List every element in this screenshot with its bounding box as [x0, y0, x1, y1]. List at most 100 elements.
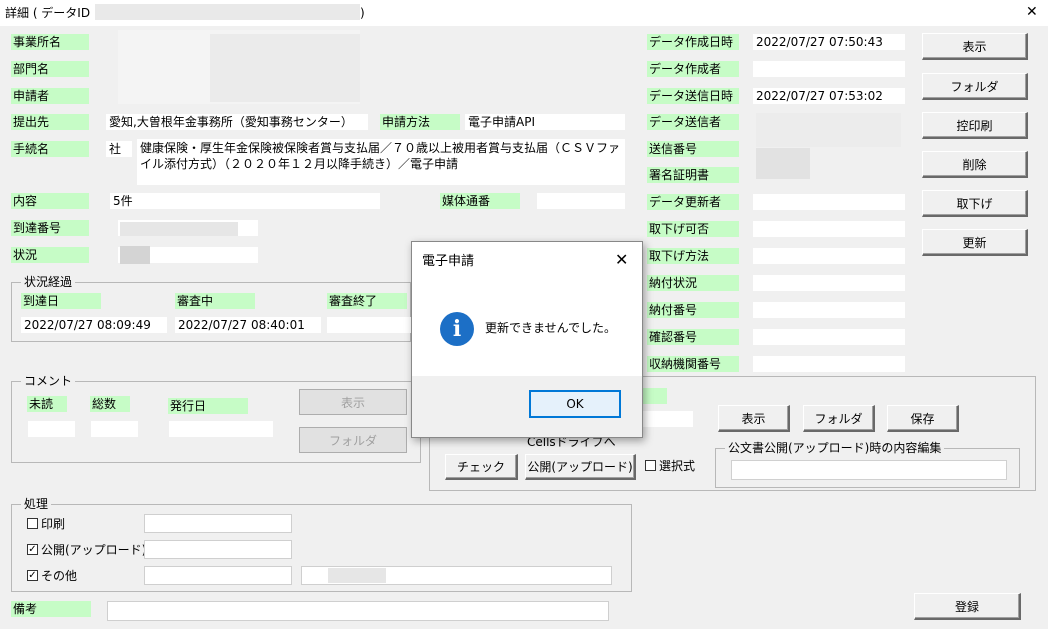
teishutsusaki-field[interactable]: 愛知,大曽根年金事務所（愛知事務センター）	[106, 114, 368, 130]
select-label: 選択式	[659, 459, 696, 473]
withdraw-ok-label: 取下げ可否	[647, 221, 739, 237]
joukyou-label: 状況	[11, 247, 89, 263]
data-id-redacted	[95, 4, 360, 20]
cells-group-field-fragment[interactable]	[643, 411, 693, 427]
unread-label: 未読	[27, 396, 67, 412]
joukyou-redacted	[120, 246, 150, 264]
comment-folder-button[interactable]: フォルダ	[299, 427, 407, 453]
sender-redacted	[756, 113, 901, 147]
show-button[interactable]: 表示	[922, 33, 1028, 60]
save-button[interactable]: 保存	[887, 405, 959, 432]
confirm-no-field[interactable]	[753, 329, 905, 345]
publish-label: 公開(アップロード)	[41, 543, 147, 557]
edit-group-title: 公文書公開(アップロード)時の内容編集	[725, 441, 945, 455]
withdraw-ok-field[interactable]	[753, 221, 905, 237]
delete-button[interactable]: 削除	[922, 151, 1028, 178]
naiyou-field[interactable]: 5件	[110, 193, 380, 209]
window-title: 詳細 ( データID :	[5, 6, 98, 20]
naiyou-label: 内容	[11, 193, 89, 209]
review-label: 審査中	[175, 293, 255, 309]
print-field[interactable]	[144, 514, 292, 533]
payment-no-label: 納付番号	[647, 302, 739, 318]
other-checkbox[interactable]: ✓	[27, 570, 38, 581]
jigyosho-label: 事業所名	[11, 34, 89, 50]
shinsei-houhou-field[interactable]: 電子申請API	[465, 114, 625, 130]
tetsuzuki-field[interactable]: 健康保険・厚生年金保険被保険者賞与支払届／７０歳以上被用者賞与支払届（ＣＳＶファ…	[137, 139, 625, 185]
info-icon: i	[440, 312, 474, 346]
select-checkbox[interactable]	[645, 460, 656, 471]
cells-show-button[interactable]: 表示	[718, 405, 790, 432]
payment-no-field[interactable]	[753, 302, 905, 318]
print-checkbox[interactable]	[27, 518, 38, 529]
sender-label: データ送信者	[647, 114, 739, 130]
process-group-title: 処理	[21, 497, 52, 511]
bikou-label: 備考	[11, 601, 91, 617]
edit-field[interactable]	[731, 460, 1007, 480]
bumon-label: 部門名	[11, 61, 89, 77]
payment-status-label: 納付状況	[647, 275, 739, 291]
check-button[interactable]: チェック	[445, 454, 518, 480]
totatsu-label: 到達番号	[11, 220, 89, 236]
print-label: 印刷	[41, 517, 66, 531]
review-done-field[interactable]	[327, 317, 411, 333]
cells-group-label-fragment	[643, 388, 667, 404]
withdraw-button[interactable]: 取下げ	[922, 190, 1028, 217]
copy-print-button[interactable]: 控印刷	[922, 112, 1028, 139]
creator-label: データ作成者	[647, 61, 739, 77]
publish-checkbox[interactable]: ✓	[27, 544, 38, 555]
register-button[interactable]: 登録	[914, 593, 1021, 620]
review-done-label: 審査終了	[327, 293, 407, 309]
window-close-icon[interactable]: ✕	[1026, 4, 1038, 20]
review-field[interactable]: 2022/07/27 08:40:01	[175, 317, 321, 333]
comment-group-title: コメント	[21, 374, 76, 388]
created-at-label: データ作成日時	[647, 34, 739, 50]
confirm-no-label: 確認番号	[647, 329, 739, 345]
payment-status-field[interactable]	[753, 275, 905, 291]
cells-folder-button[interactable]: フォルダ	[803, 405, 875, 432]
status-group	[11, 282, 411, 342]
dialog-title: 電子申請	[422, 254, 475, 269]
updater-field[interactable]	[753, 194, 905, 210]
tetsuzuki-label: 手続名	[11, 141, 89, 157]
unread-field[interactable]	[28, 421, 75, 437]
shinsei-houhou-label: 申請方法	[380, 114, 460, 130]
baitai-field[interactable]	[537, 193, 625, 209]
total-label: 総数	[90, 396, 130, 412]
arrival-label: 到達日	[21, 293, 101, 309]
shinseisha-label: 申請者	[11, 88, 89, 104]
cert-label: 署名証明書	[647, 167, 739, 183]
agency-no-field[interactable]	[753, 356, 905, 372]
comment-show-button[interactable]: 表示	[299, 389, 407, 415]
sent-at-label: データ送信日時	[647, 88, 739, 104]
totatsu-redacted	[120, 222, 238, 236]
total-field[interactable]	[91, 421, 138, 437]
teishutsusaki-label: 提出先	[11, 114, 89, 130]
folder-button[interactable]: フォルダ	[922, 73, 1028, 100]
sent-at-field[interactable]: 2022/07/27 07:53:02	[753, 88, 905, 104]
dialog-message: 更新できませんでした。	[485, 321, 617, 335]
baitai-label: 媒体通番	[440, 193, 520, 209]
publish-field[interactable]	[144, 540, 292, 559]
dialog-close-icon[interactable]: ✕	[615, 252, 628, 268]
window-title-bar: 詳細 ( データID : ) ✕	[0, 0, 1048, 26]
arrival-field[interactable]: 2022/07/27 08:09:49	[21, 317, 167, 333]
other-field[interactable]	[144, 566, 292, 585]
other-detail-redacted	[328, 568, 386, 583]
created-at-field[interactable]: 2022/07/27 07:50:43	[753, 34, 905, 50]
bikou-field[interactable]	[107, 601, 609, 621]
dialog-footer: OK	[412, 376, 642, 437]
issue-date-field[interactable]	[169, 421, 273, 437]
withdraw-method-field[interactable]	[753, 248, 905, 264]
creator-field[interactable]	[753, 61, 905, 77]
ok-button[interactable]: OK	[529, 390, 621, 418]
publish-button[interactable]: 公開(アップロード)	[525, 454, 636, 480]
tetsuzuki-prefix-field[interactable]: 社	[106, 141, 132, 157]
withdraw-method-label: 取下げ方法	[647, 248, 739, 264]
window-title-suffix: )	[360, 6, 365, 20]
update-button[interactable]: 更新	[922, 229, 1028, 256]
issue-date-label: 発行日	[168, 398, 248, 414]
agency-no-label: 収納機関番号	[647, 356, 739, 372]
other-label: その他	[41, 569, 78, 583]
updater-label: データ更新者	[647, 194, 739, 210]
error-dialog: 電子申請 ✕ i 更新できませんでした。 OK	[411, 241, 643, 438]
